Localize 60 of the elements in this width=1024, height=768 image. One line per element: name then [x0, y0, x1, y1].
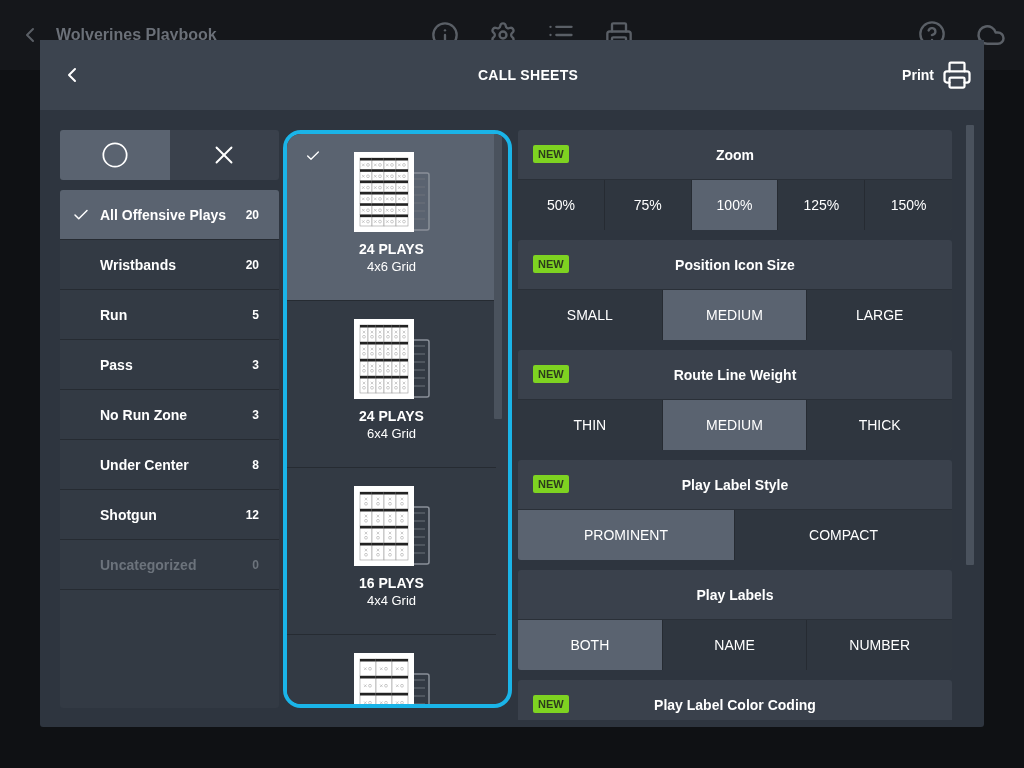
new-badge: NEW	[533, 475, 569, 493]
setting-title: Play Labels	[696, 586, 774, 603]
category-count: 3	[252, 407, 259, 422]
grid-label: 4x4 Grid	[366, 592, 417, 610]
category-label: All Offensive Plays	[100, 206, 228, 223]
category-label: No Run Zone	[100, 406, 189, 423]
printer-icon	[942, 60, 972, 90]
category-label: Pass	[100, 356, 134, 373]
option-button[interactable]: THICK	[807, 400, 952, 450]
category-count: 12	[245, 507, 259, 522]
category-count: 20	[245, 207, 259, 222]
category-count: 3	[252, 357, 259, 372]
category-label: Under Center	[100, 456, 190, 473]
new-badge: NEW	[533, 695, 569, 713]
dialog-title: CALL SHEETS	[476, 67, 580, 83]
circle-toggle[interactable]	[60, 130, 170, 180]
option-button[interactable]: 75%	[604, 180, 692, 230]
option-button[interactable]: BOTH	[518, 620, 663, 670]
plays-count: 24 PLAYS	[359, 240, 424, 258]
option-button[interactable]: 150%	[865, 180, 952, 230]
option-button[interactable]: 125%	[778, 180, 866, 230]
option-button[interactable]: SMALL	[518, 290, 663, 340]
new-badge: NEW	[533, 365, 569, 383]
option-button[interactable]: 100%	[691, 180, 779, 230]
category-label: Wristbands	[100, 256, 177, 273]
setting-title: Play Label Style	[681, 476, 789, 493]
scrollbar[interactable]	[966, 125, 974, 565]
category-count: 8	[252, 457, 259, 472]
option-button[interactable]: NUMBER	[807, 620, 952, 670]
category-item[interactable]: All Offensive Plays 20	[60, 190, 279, 240]
option-button[interactable]: MEDIUM	[662, 400, 808, 450]
grid-label: 6x4 Grid	[366, 425, 417, 443]
circle-icon	[100, 141, 129, 169]
plays-count: 24 PLAYS	[359, 407, 424, 425]
category-count: 20	[245, 257, 259, 272]
option-button[interactable]: 50%	[518, 180, 605, 230]
setting-title: Route Line Weight	[673, 366, 797, 383]
option-button[interactable]: THIN	[518, 400, 663, 450]
print-button[interactable]: Print	[902, 60, 972, 90]
new-badge: NEW	[533, 145, 569, 163]
option-button[interactable]: PROMINENT	[518, 510, 735, 560]
option-button[interactable]: LARGE	[807, 290, 952, 340]
category-count: 5	[252, 307, 259, 322]
grid-label: 4x6 Grid	[366, 258, 417, 276]
setting-title: Position Icon Size	[675, 256, 795, 273]
scrollbar[interactable]	[494, 134, 502, 419]
cross-toggle[interactable]	[169, 130, 279, 180]
category-label: Shotgun	[100, 506, 158, 523]
app-title: Wolverines Playbook	[56, 26, 217, 44]
option-button[interactable]: NAME	[662, 620, 808, 670]
plays-count: 16 PLAYS	[359, 574, 424, 592]
option-button[interactable]: COMPACT	[735, 510, 952, 560]
option-button[interactable]: MEDIUM	[662, 290, 808, 340]
category-count: 0	[252, 557, 259, 572]
category-label: Uncategorized	[100, 556, 198, 573]
layout-option[interactable]: 24 PLAYS 4x6 Grid	[287, 134, 496, 301]
new-badge: NEW	[533, 255, 569, 273]
category-label: Run	[100, 306, 129, 323]
setting-title: Play Label Color Coding	[654, 696, 816, 713]
setting-title: Zoom	[715, 146, 755, 163]
